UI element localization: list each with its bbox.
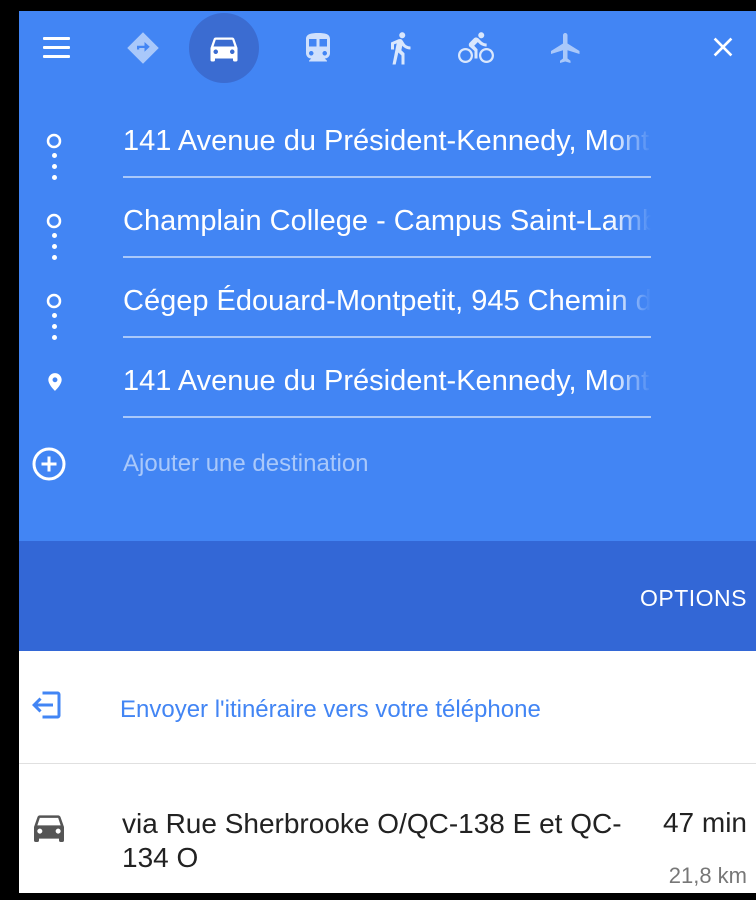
options-bar: OPTIONS — [19, 541, 756, 651]
add-destination-row: Ajouter une destination — [19, 436, 756, 496]
close-icon[interactable] — [707, 31, 739, 63]
route-dots — [52, 313, 57, 346]
hamburger-menu-icon[interactable] — [41, 33, 73, 63]
route-description: via Rue Sherbrooke O/QC-138 E et QC-134 … — [122, 808, 622, 873]
waypoint-circle-icon — [46, 293, 62, 309]
route-dots — [52, 233, 57, 266]
train-icon — [306, 33, 330, 62]
waypoint-input-3[interactable]: Cégep Édouard-Montpetit, 945 Chemin de C… — [123, 266, 651, 338]
waypoint-row: Cégep Édouard-Montpetit, 945 Chemin de C… — [19, 266, 756, 346]
destination-pin-icon — [48, 373, 62, 391]
waypoint-input-3-value: Cégep Édouard-Montpetit, 945 Chemin de C… — [123, 285, 651, 317]
directions-header: 141 Avenue du Président-Kennedy, Montréa… — [19, 11, 756, 541]
send-to-device-icon — [32, 691, 61, 719]
add-destination-input[interactable]: Ajouter une destination — [123, 450, 369, 478]
car-icon — [34, 815, 64, 842]
mode-cycling-button[interactable] — [447, 19, 505, 77]
route-duration: 47 min — [662, 807, 747, 838]
mode-walking-button[interactable] — [371, 19, 429, 77]
waypoint-input-4[interactable]: 141 Avenue du Président-Kennedy, Montréa… — [123, 346, 651, 418]
waypoint-input-2[interactable]: Champlain College - Campus Saint-Lambert — [123, 186, 651, 258]
bicycle-icon — [458, 32, 494, 63]
directions-diamond-icon — [127, 32, 159, 64]
mode-driving-button[interactable] — [189, 13, 259, 83]
route-option[interactable]: via Rue Sherbrooke O/QC-138 E et QC-134 … — [19, 763, 756, 893]
send-to-phone-row[interactable]: Envoyer l'itinéraire vers votre téléphon… — [19, 651, 756, 764]
waypoint-input-1-value: 141 Avenue du Président-Kennedy, Montréa… — [123, 125, 651, 157]
waypoint-input-1[interactable]: 141 Avenue du Président-Kennedy, Montréa… — [123, 106, 651, 178]
airplane-icon — [551, 33, 580, 63]
directions-panel: 141 Avenue du Président-Kennedy, Montréa… — [19, 11, 756, 893]
travel-mode-toolbar — [19, 11, 756, 83]
car-icon — [210, 37, 238, 62]
waypoint-row: Champlain College - Campus Saint-Lambert — [19, 186, 756, 266]
options-button[interactable]: OPTIONS — [640, 585, 747, 612]
walking-person-icon — [391, 32, 411, 65]
send-to-phone-link: Envoyer l'itinéraire vers votre téléphon… — [120, 696, 541, 723]
add-circle-icon[interactable] — [29, 444, 69, 484]
waypoint-input-4-value: 141 Avenue du Président-Kennedy, Montréa… — [123, 365, 651, 397]
mode-flights-button[interactable] — [537, 19, 595, 77]
waypoint-circle-icon — [46, 213, 62, 229]
waypoint-row: 141 Avenue du Président-Kennedy, Montréa… — [19, 106, 756, 186]
mode-transit-button[interactable] — [289, 19, 347, 77]
waypoint-circle-icon — [46, 133, 62, 149]
route-dots — [52, 153, 57, 186]
mode-best-route-button[interactable] — [114, 19, 172, 77]
waypoint-row: 141 Avenue du Président-Kennedy, Montréa… — [19, 346, 756, 426]
route-distance: 21,8 km — [668, 863, 747, 888]
window-frame: 141 Avenue du Président-Kennedy, Montréa… — [0, 0, 756, 900]
waypoint-input-2-value: Champlain College - Campus Saint-Lambert — [123, 205, 651, 237]
